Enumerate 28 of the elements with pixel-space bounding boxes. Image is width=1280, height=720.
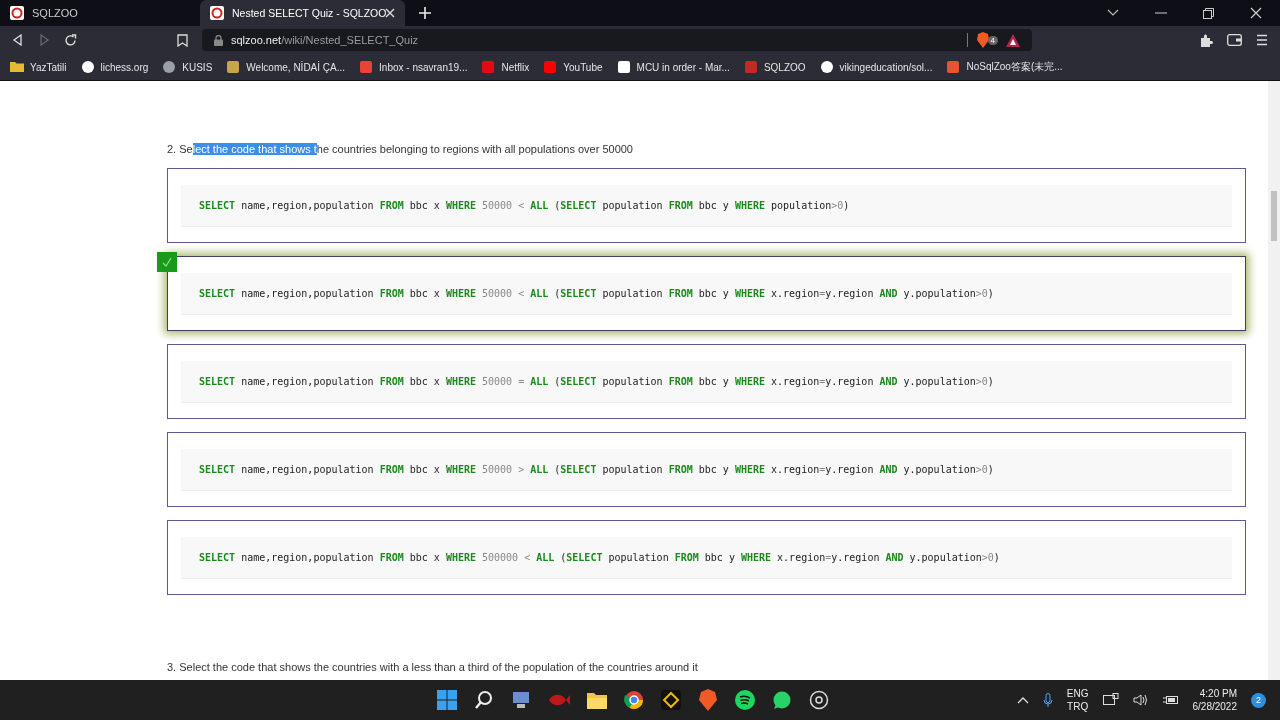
bookmark-item[interactable]: MCU in order - Mar...: [616, 60, 730, 74]
answer-option[interactable]: SELECT name,region,population FROM bbc x WHERE 50000 < ALL (SELECT population FROM bbc y WHERE x.region=y.region AND y.population>0): [167, 256, 1246, 331]
sql-code: SELECT name,region,population FROM bbc x WHERE 50000 > ALL (SELECT population FROM bbc y WHERE x.region=y.region AND y.population>0): [181, 448, 1232, 491]
address-bar[interactable]: sqlzoo.net/wiki/Nested_SELECT_Quiz 4: [202, 29, 1032, 51]
bookmark-item[interactable]: KUSIS: [162, 60, 213, 74]
bookmark-item[interactable]: Netflix: [481, 60, 530, 74]
bookmark-item[interactable]: NoSqlZoo答案(未完...: [946, 60, 1063, 74]
answer-option[interactable]: SELECT name,region,population FROM bbc x WHERE 50000 = ALL (SELECT population FROM bbc y WHERE x.region=y.region AND y.population>0): [167, 344, 1246, 419]
sql-code: SELECT name,region,population FROM bbc x WHERE 50000 < ALL (SELECT population FROM bbc y WHERE x.region=y.region AND y.population>0): [181, 272, 1232, 315]
sql-code: SELECT name,region,population FROM bbc x WHERE 50000 < ALL (SELECT population FROM bbc y WHERE population>0): [181, 184, 1232, 227]
bookmark-item[interactable]: lichess.org: [80, 60, 149, 74]
language-indicator[interactable]: ENG TRQ: [1066, 687, 1089, 713]
question-text: 3. Select the code that shows the countries with a less than a third of the population of the countries around it: [167, 661, 699, 673]
bookmark-item[interactable]: vikingeducation/sol...: [819, 60, 933, 74]
bookmark-item[interactable]: SQLZOO: [743, 60, 806, 74]
clock[interactable]: 4:20 PM 6/28/2022: [1192, 687, 1237, 713]
bookmark-item[interactable]: YazTatili: [10, 60, 67, 74]
sql-code: SELECT name,region,population FROM bbc x WHERE 50000 = ALL (SELECT population FROM bbc y WHERE x.region=y.region AND y.population>0): [181, 360, 1232, 403]
answer-option[interactable]: SELECT name,region,population FROM bbc x WHERE 500000 < ALL (SELECT population FROM bbc y WHERE x.region=y.region AND y.population>0): [167, 520, 1246, 595]
answer-option[interactable]: SELECT name,region,population FROM bbc x WHERE 50000 < ALL (SELECT population FROM bbc y WHERE population>0): [167, 168, 1246, 243]
bookmark-item[interactable]: Welcome, NİDAİ ÇA...: [226, 60, 346, 74]
bookmark-item[interactable]: YouTube: [543, 60, 603, 74]
browser-tab[interactable]: SQLZOO: [0, 0, 200, 26]
browser-tab[interactable]: Nested SELECT Quiz - SQLZOO: [200, 0, 405, 26]
answer-option[interactable]: SELECT name,region,population FROM bbc x WHERE 50000 > ALL (SELECT population FROM bbc y WHERE x.region=y.region AND y.population>0): [167, 432, 1246, 507]
sql-code: SELECT name,region,population FROM bbc x WHERE 500000 < ALL (SELECT population FROM bbc y WHERE x.region=y.region AND y.population>0): [181, 536, 1232, 579]
shield-count-badge: 4: [987, 35, 998, 45]
bookmark-item[interactable]: Inbox - nsavran19...: [359, 60, 468, 74]
